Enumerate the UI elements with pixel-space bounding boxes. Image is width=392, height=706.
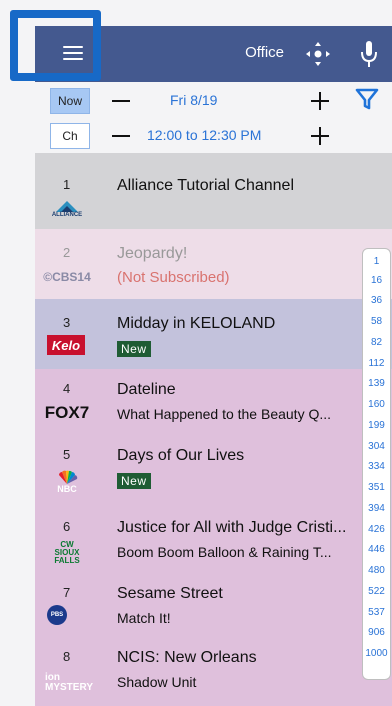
- cw-sioux-falls-logo: CW SIOUX FALLS: [54, 540, 80, 565]
- jump-58[interactable]: 58: [363, 316, 390, 327]
- program-title: Midday in KELOLAND: [117, 315, 276, 332]
- new-badge: New: [117, 341, 151, 357]
- guide-row-7[interactable]: 7 PBS Sesame Street Match It!: [35, 579, 392, 643]
- jump-906[interactable]: 906: [363, 627, 390, 638]
- ion-mystery-logo: ion MYSTERY: [45, 672, 93, 693]
- jump-334[interactable]: 334: [363, 461, 390, 472]
- guide-row-1[interactable]: 1 ALLIANCE Alliance Tutorial Channel: [35, 153, 392, 229]
- program-title: Days of Our Lives: [117, 447, 245, 464]
- channel-number: 4: [63, 381, 71, 396]
- filter-icon[interactable]: [355, 87, 379, 111]
- jump-480[interactable]: 480: [363, 565, 390, 576]
- program-guide: 1 ALLIANCE Alliance Tutorial Channel 2 ©…: [35, 153, 392, 706]
- guide-row-5[interactable]: 5 NBC Days of Our Lives New: [35, 439, 392, 509]
- guide-row-8[interactable]: 8 ion MYSTERY NCIS: New Orleans Shadow U…: [35, 643, 392, 706]
- kelo-logo: Kelo: [47, 335, 85, 355]
- program-title: Alliance Tutorial Channel: [117, 177, 294, 194]
- time-plus-button[interactable]: [311, 127, 329, 145]
- episode-title: Shadow Unit: [117, 674, 197, 690]
- channel-number: 5: [63, 447, 71, 462]
- dpad-remote-icon[interactable]: [303, 39, 333, 69]
- date-plus-button[interactable]: [311, 92, 329, 110]
- program-title: Sesame Street: [117, 585, 223, 602]
- guide-row-2[interactable]: 2 ©CBS14 Jeopardy! (Not Subscribed): [35, 229, 392, 299]
- jump-1000[interactable]: 1000: [363, 648, 390, 659]
- time-minus-button[interactable]: [112, 135, 130, 137]
- cbs14-logo: ©CBS14: [43, 270, 91, 284]
- program-title: Jeopardy!: [117, 245, 188, 262]
- channel-number: 7: [63, 585, 71, 600]
- jump-351[interactable]: 351: [363, 482, 390, 493]
- episode-title: Match It!: [117, 610, 171, 626]
- jump-446[interactable]: 446: [363, 544, 390, 555]
- jump-304[interactable]: 304: [363, 441, 390, 452]
- time-controls: Ch 12:00 to 12:30 PM: [35, 119, 392, 153]
- channel-button[interactable]: Ch: [50, 123, 90, 149]
- jump-426[interactable]: 426: [363, 524, 390, 535]
- jump-139[interactable]: 139: [363, 378, 390, 389]
- guide-row-6[interactable]: 6 CW SIOUX FALLS Justice for All with Ju…: [35, 509, 392, 579]
- nbc-logo: NBC: [47, 466, 87, 498]
- jump-112[interactable]: 112: [363, 358, 390, 369]
- channel-number: 1: [63, 177, 71, 192]
- episode-title: Boom Boom Balloon & Raining T...: [117, 544, 332, 560]
- program-status: (Not Subscribed): [117, 269, 230, 286]
- guide-row-4[interactable]: 4 FOX7 Dateline What Happened to the Bea…: [35, 369, 392, 439]
- time-range-label: 12:00 to 12:30 PM: [147, 127, 262, 143]
- pbs-logo: PBS: [47, 605, 67, 625]
- jump-1[interactable]: 1: [363, 256, 390, 267]
- jump-160[interactable]: 160: [363, 399, 390, 410]
- episode-title: What Happened to the Beauty Q...: [117, 406, 332, 422]
- microphone-icon[interactable]: [360, 40, 378, 68]
- jump-82[interactable]: 82: [363, 337, 390, 348]
- program-title: Dateline: [117, 381, 176, 398]
- fox7-logo: FOX7: [44, 403, 90, 422]
- date-label: Fri 8/19: [170, 92, 218, 108]
- channel-number: 6: [63, 519, 71, 534]
- now-button[interactable]: Now: [50, 88, 90, 114]
- program-title: NCIS: New Orleans: [117, 649, 257, 666]
- location-label[interactable]: Office: [245, 44, 284, 61]
- alliance-logo: ALLIANCE: [47, 195, 87, 223]
- guide-row-3[interactable]: 3 Kelo Midday in KELOLAND New: [35, 299, 392, 369]
- channel-number: 8: [63, 649, 71, 664]
- channel-number: 3: [63, 315, 71, 330]
- jump-199[interactable]: 199: [363, 420, 390, 431]
- jump-16[interactable]: 16: [363, 275, 390, 286]
- jump-394[interactable]: 394: [363, 503, 390, 514]
- jump-36[interactable]: 36: [363, 295, 390, 306]
- date-minus-button[interactable]: [112, 100, 130, 102]
- date-controls: Now Fri 8/19: [35, 82, 392, 119]
- menu-highlight-box: [10, 10, 101, 81]
- jump-522[interactable]: 522: [363, 586, 390, 597]
- program-title: Justice for All with Judge Cristi...: [117, 519, 347, 536]
- new-badge: New: [117, 473, 151, 489]
- jump-537[interactable]: 537: [363, 607, 390, 618]
- channel-number: 2: [63, 245, 71, 260]
- channel-quick-jump[interactable]: 1 16 36 58 82 112 139 160 199 304 334 35…: [362, 248, 391, 680]
